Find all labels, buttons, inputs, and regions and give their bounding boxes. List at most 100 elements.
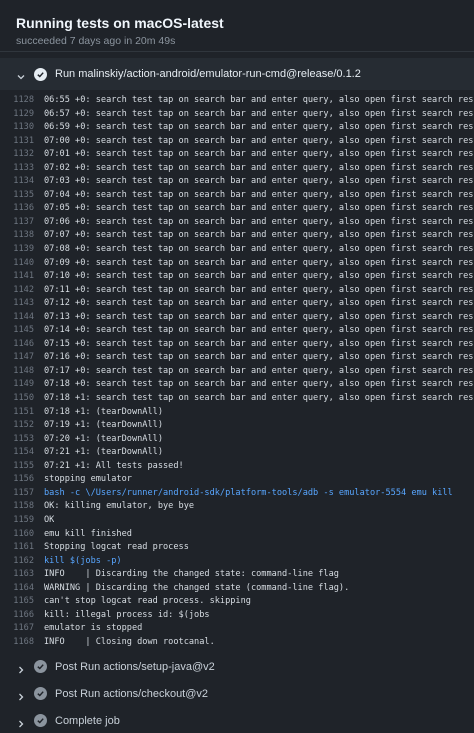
line-number[interactable]: 1159 [0,514,44,528]
line-number[interactable]: 1156 [0,473,44,487]
log-line: 1144 07:13 +0: search test tap on search … [0,311,474,325]
log-output: 1128 06:55 +0: search test tap on search … [0,90,474,653]
log-line: 1165 can't stop logcat read process. skip… [0,595,474,609]
line-number[interactable]: 1161 [0,541,44,555]
log-line: 1136 07:05 +0: search test tap on search … [0,202,474,216]
line-number[interactable]: 1132 [0,148,44,162]
log-text: Stopping logcat read process [44,542,189,553]
line-number[interactable]: 1140 [0,257,44,271]
log-text: INFO | Closing down rootcanal. [44,636,215,647]
line-number[interactable]: 1136 [0,202,44,216]
log-text: stopping emulator [44,474,132,485]
log-text: WARNING | Discarding the changed state (… [44,582,350,593]
line-number[interactable]: 1128 [0,94,44,108]
chevron-right-icon[interactable] [16,662,26,673]
log-line: 1147 07:16 +0: search test tap on search … [0,351,474,365]
line-number[interactable]: 1134 [0,175,44,189]
line-number[interactable]: 1142 [0,284,44,298]
log-line: 1152 07:19 +1: (tearDownAll) [0,419,474,433]
line-number[interactable]: 1149 [0,378,44,392]
log-text: 07:12 +0: search test tap on search bar … [44,298,474,309]
log-text: 07:21 +1: (tearDownAll) [44,447,163,458]
log-text: OK: killing emulator, bye bye [44,501,195,512]
chevron-right-icon[interactable] [16,716,26,727]
log-line: 1138 07:07 +0: search test tap on search … [0,229,474,243]
log-line: 1131 07:00 +0: search test tap on search … [0,135,474,149]
line-number[interactable]: 1166 [0,609,44,623]
line-number[interactable]: 1162 [0,555,44,569]
line-number[interactable]: 1130 [0,121,44,135]
line-number[interactable]: 1143 [0,297,44,311]
log-text: can't stop logcat read process. skipping [44,596,251,607]
log-text: 07:10 +0: search test tap on search bar … [44,271,474,282]
log-line: 1168 INFO | Closing down rootcanal. [0,636,474,650]
line-number[interactable]: 1158 [0,500,44,514]
log-text: 07:04 +0: search test tap on search bar … [44,189,474,200]
log-line: 1139 07:08 +0: search test tap on search … [0,243,474,257]
line-number[interactable]: 1138 [0,229,44,243]
line-number[interactable]: 1147 [0,351,44,365]
line-number[interactable]: 1160 [0,528,44,542]
line-number[interactable]: 1164 [0,582,44,596]
log-text: kill: illegal process id: $(jobs [44,609,210,620]
log-line: 1155 07:21 +1: All tests passed! [0,460,474,474]
log-line: 1132 07:01 +0: search test tap on search … [0,148,474,162]
line-number[interactable]: 1129 [0,108,44,122]
line-number[interactable]: 1151 [0,406,44,420]
line-number[interactable]: 1167 [0,622,44,636]
log-line: 1148 07:17 +0: search test tap on search … [0,365,474,379]
log-line: 1130 06:59 +0: search test tap on search … [0,121,474,135]
step-row[interactable]: Complete job [0,707,474,733]
check-circle-icon [34,67,47,81]
line-number[interactable]: 1133 [0,162,44,176]
log-text: 07:01 +0: search test tap on search bar … [44,149,474,160]
log-line: 1161 Stopping logcat read process [0,541,474,555]
chevron-down-icon[interactable] [16,69,26,80]
log-text: 07:20 +1: (tearDownAll) [44,433,163,444]
collapsed-steps: Post Run actions/setup-java@v2 Post Run a… [0,653,474,733]
line-number[interactable]: 1153 [0,433,44,447]
line-number[interactable]: 1168 [0,636,44,650]
line-number[interactable]: 1150 [0,392,44,406]
line-number[interactable]: 1139 [0,243,44,257]
step-row[interactable]: Post Run actions/setup-java@v2 [0,653,474,680]
line-number[interactable]: 1131 [0,135,44,149]
line-number[interactable]: 1163 [0,568,44,582]
line-number[interactable]: 1152 [0,419,44,433]
line-number[interactable]: 1154 [0,446,44,460]
log-line: 1149 07:18 +0: search test tap on search … [0,378,474,392]
log-text: 07:17 +0: search test tap on search bar … [44,365,474,376]
line-number[interactable]: 1165 [0,595,44,609]
log-line: 1151 07:18 +1: (tearDownAll) [0,406,474,420]
log-text: 06:55 +0: search test tap on search bar … [44,95,474,105]
line-number[interactable]: 1148 [0,365,44,379]
log-text: 07:09 +0: search test tap on search bar … [44,257,474,268]
log-text: OK [44,514,55,525]
line-number[interactable]: 1141 [0,270,44,284]
job-header: Running tests on macOS-latest succeeded … [0,0,474,52]
log-text: 07:06 +0: search test tap on search bar … [44,216,474,227]
line-number[interactable]: 1155 [0,460,44,474]
log-line: 1166 kill: illegal process id: $(jobs [0,609,474,623]
log-text: 06:57 +0: search test tap on search bar … [44,108,474,119]
log-line: 1142 07:11 +0: search test tap on search … [0,284,474,298]
line-number[interactable]: 1137 [0,216,44,230]
line-number[interactable]: 1157 [0,487,44,501]
line-number[interactable]: 1135 [0,189,44,203]
line-number[interactable]: 1144 [0,311,44,325]
line-number[interactable]: 1146 [0,338,44,352]
log-text: 07:11 +0: search test tap on search bar … [44,284,474,295]
log-line: 1143 07:12 +0: search test tap on search … [0,297,474,311]
step-run-emulator[interactable]: Run malinskiy/action-android/emulator-ru… [0,58,474,90]
log-line: 1167 emulator is stopped [0,622,474,636]
log-text: 07:18 +1: (tearDownAll) [44,406,163,417]
log-command-text: bash -c \/Users/runner/android-sdk/platf… [44,487,453,498]
log-text: 07:08 +0: search test tap on search bar … [44,244,474,255]
chevron-right-icon[interactable] [16,689,26,700]
log-line: 1159 OK [0,514,474,528]
step-row[interactable]: Post Run actions/checkout@v2 [0,680,474,707]
log-text: 06:59 +0: search test tap on search bar … [44,122,474,133]
log-line: 1129 06:57 +0: search test tap on search … [0,108,474,122]
step-label: Run malinskiy/action-android/emulator-ru… [55,68,361,80]
line-number[interactable]: 1145 [0,324,44,338]
